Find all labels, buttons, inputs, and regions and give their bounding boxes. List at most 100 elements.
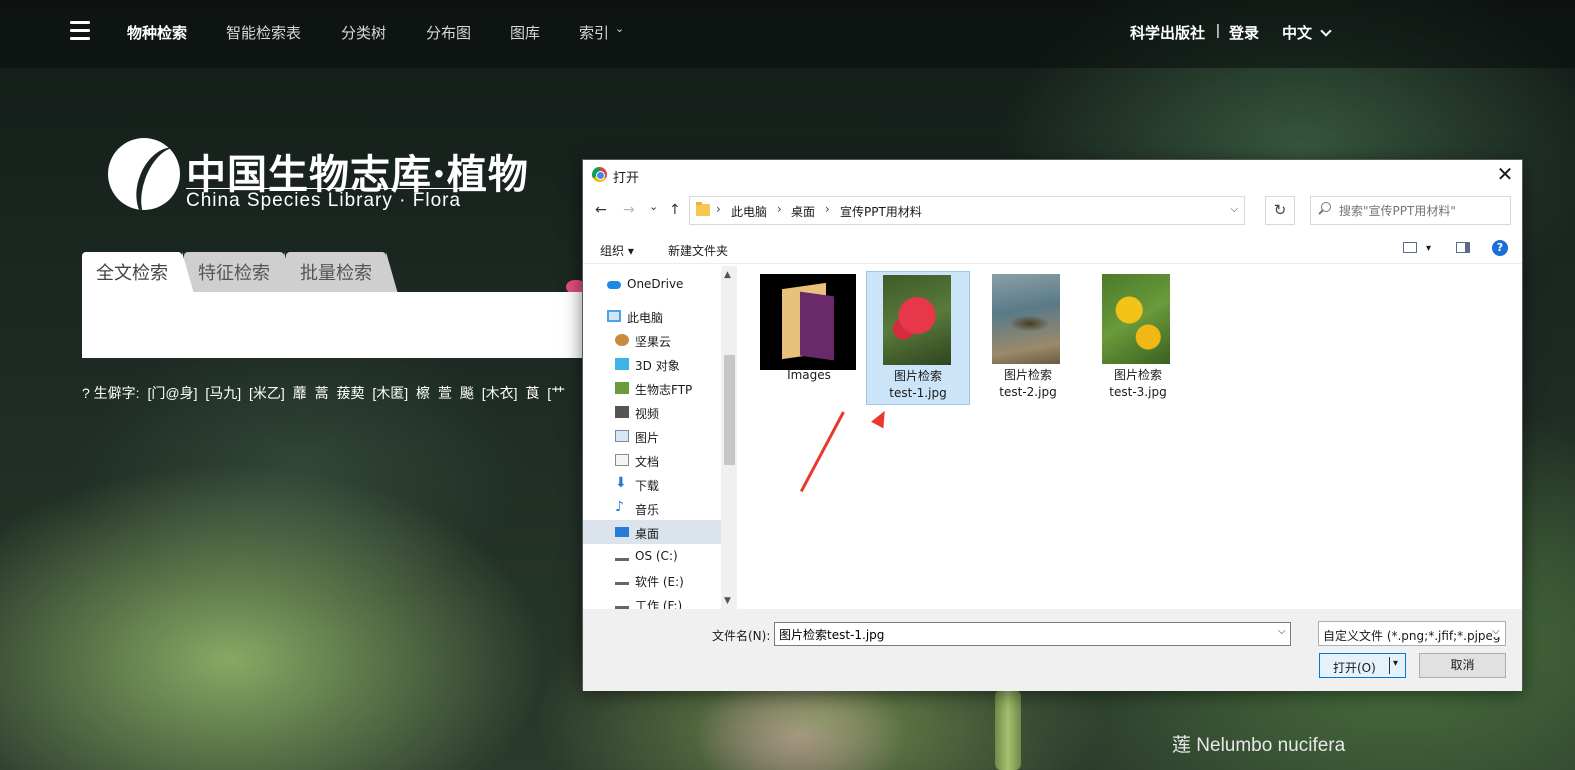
file-item-test-2[interactable]: 图片检索 test-2.jpg (976, 271, 1080, 405)
hamburger-menu-icon[interactable] (70, 21, 90, 43)
recent-locations-icon[interactable]: ⌄ (649, 200, 658, 213)
publisher-link[interactable]: 科学出版社 (1130, 22, 1205, 43)
open-button[interactable]: 打开(O) ▾ (1319, 653, 1406, 678)
nav-pane-drive-e[interactable]: 软件 (E:) (583, 568, 721, 592)
nav-pane-label: 下载 (635, 479, 660, 493)
file-name: 图片检索 test-1.jpg (867, 368, 969, 402)
rare-char[interactable]: [艹 (547, 385, 565, 401)
nav-pane-drive-c[interactable]: OS (C:) (583, 544, 721, 568)
language-select[interactable]: 中文 (1282, 22, 1332, 43)
file-item-images-folder[interactable]: Images (757, 271, 861, 405)
file-name-line: 图片检索 (1113, 368, 1162, 382)
rare-char[interactable]: 檫 (416, 385, 430, 401)
nav-pane-documents[interactable]: 文档 (583, 448, 721, 472)
folder-search-input[interactable] (1310, 196, 1511, 225)
nav-pane-music[interactable]: ♪ 音乐 (583, 496, 721, 520)
dialog-toolbar: 组织 ▾ 新建文件夹 ▾ ? (583, 234, 1522, 264)
address-bar[interactable]: › 此电脑 › 桌面 › 宣传PPT用材料 ⌵ (689, 196, 1245, 225)
nav-pane-pictures[interactable]: 图片 (583, 424, 721, 448)
rare-char[interactable]: [门@身] (147, 385, 197, 401)
chevron-down-icon: ⌄ (615, 23, 625, 35)
nav-pane-drive-f[interactable]: 工作 (F:) (583, 592, 721, 609)
chevron-down-icon[interactable]: ⌵ (1278, 626, 1286, 637)
breadcrumb-this-pc[interactable]: 此电脑 (731, 203, 767, 220)
file-type-select[interactable]: 自定义文件 (*.png;*.jfif;*.pjpeg (1318, 621, 1506, 646)
new-folder-button[interactable]: 新建文件夹 (668, 242, 728, 259)
file-name-input[interactable] (774, 622, 1291, 646)
view-dropdown-icon[interactable]: ▾ (1426, 243, 1431, 254)
logo-emblem-icon (108, 138, 180, 210)
file-item-test-3[interactable]: 图片检索 test-3.jpg (1086, 271, 1190, 405)
drive-icon (615, 577, 629, 585)
up-arrow-icon[interactable]: ↑ (669, 202, 681, 218)
picture-icon (615, 430, 629, 442)
view-mode-icon[interactable] (1403, 242, 1417, 253)
scrollbar-thumb[interactable] (724, 355, 735, 465)
back-arrow-icon[interactable]: ← (595, 202, 607, 218)
nav-distribution-map[interactable]: 分布图 (426, 22, 471, 43)
organize-menu[interactable]: 组织 ▾ (600, 242, 634, 259)
nav-pane-onedrive[interactable]: OneDrive (583, 272, 721, 296)
help-icon[interactable]: ? (1492, 240, 1508, 256)
nav-pane-3d-objects[interactable]: 3D 对象 (583, 352, 721, 376)
nav-divider: | (1216, 22, 1220, 39)
search-box (82, 292, 582, 358)
nav-pane-ftp[interactable]: 生物志FTP (583, 376, 721, 400)
rare-char[interactable]: 蘼 (293, 385, 307, 401)
chevron-down-icon[interactable]: ⌵ (1492, 626, 1500, 637)
file-name: 图片检索 test-3.jpg (1086, 367, 1190, 401)
file-name-label: 文件名(N): (712, 629, 771, 643)
nav-index[interactable]: 索引 ⌄ (579, 22, 624, 43)
nav-species-search[interactable]: 物种检索 (127, 22, 187, 43)
breadcrumb-desktop[interactable]: 桌面 (791, 203, 815, 220)
scroll-down-icon[interactable]: ▼ (724, 596, 731, 606)
nav-pane-downloads[interactable]: ⬇ 下载 (583, 472, 721, 496)
tab-fulltext-search[interactable]: 全文检索 (82, 252, 194, 294)
preview-pane-icon[interactable] (1456, 242, 1470, 253)
nav-taxonomy-tree[interactable]: 分类树 (341, 22, 386, 43)
cloud-icon (607, 281, 621, 289)
file-name-line: 图片检索 (1003, 368, 1052, 382)
desktop-icon (615, 527, 629, 537)
file-open-dialog: 打开 ✕ ← → ⌄ ↑ › 此电脑 › 桌面 › 宣传PPT用材料 ⌵ ↻ 组… (582, 159, 1523, 691)
nav-pane-label: OS (C:) (635, 549, 678, 563)
nav-pane-jianguoyun[interactable]: 坚果云 (583, 328, 721, 352)
nav-pane-label: 图片 (635, 431, 660, 445)
scroll-up-icon[interactable]: ▲ (724, 270, 731, 280)
tab-feature-search[interactable]: 特征检索 (184, 252, 296, 294)
rare-char[interactable]: [马九] (205, 385, 241, 401)
rare-char[interactable]: 蒿 (315, 385, 329, 401)
nav-pane-videos[interactable]: 视频 (583, 400, 721, 424)
cancel-button[interactable]: 取消 (1419, 653, 1506, 678)
refresh-icon[interactable]: ↻ (1265, 196, 1295, 225)
nav-smart-key[interactable]: 智能检索表 (226, 22, 301, 43)
rare-char[interactable]: [米乙] (249, 385, 285, 401)
file-name: Images (757, 367, 861, 384)
pond-thumbnail (992, 274, 1060, 364)
folder-icon (696, 202, 710, 216)
nav-pane-this-pc[interactable]: 此电脑 (583, 304, 721, 328)
navigation-pane: OneDrive 此电脑 坚果云 3D 对象 生物志FTP 视频 图片 文档 ⬇… (583, 266, 736, 609)
rare-char[interactable]: 莨 (525, 385, 539, 401)
logo-title-en: China Species Library · Flora (186, 190, 462, 211)
nav-pane-label: 文档 (635, 455, 660, 469)
nav-gallery[interactable]: 图库 (510, 22, 540, 43)
nav-pane-desktop[interactable]: 桌面 (583, 520, 721, 544)
chevron-down-icon[interactable]: ⌵ (1230, 204, 1238, 215)
top-navigation: 物种检索 智能检索表 分类树 分布图 图库 索引 ⌄ 科学出版社 | 登录 中文 (0, 0, 1575, 68)
close-icon[interactable]: ✕ (1488, 160, 1522, 190)
search-input[interactable] (82, 292, 582, 358)
tab-batch-search[interactable]: 批量检索 (286, 252, 398, 294)
login-link[interactable]: 登录 (1229, 22, 1259, 43)
rare-char[interactable]: [木衣] (482, 385, 518, 401)
crumb-separator: › (716, 202, 721, 216)
rare-char[interactable]: [木匿] (372, 385, 408, 401)
breadcrumb-current-folder[interactable]: 宣传PPT用材料 (840, 203, 922, 220)
file-item-test-1[interactable]: 图片检索 test-1.jpg (866, 271, 970, 405)
rare-char[interactable]: 萱 (438, 385, 452, 401)
dropdown-arrow-icon[interactable]: ▾ (1393, 658, 1398, 669)
forward-arrow-icon[interactable]: → (623, 202, 635, 218)
rare-char[interactable]: 飈 (460, 385, 474, 401)
file-name-line: test-1.jpg (889, 386, 947, 400)
rare-char[interactable]: 菝葜 (336, 385, 364, 401)
